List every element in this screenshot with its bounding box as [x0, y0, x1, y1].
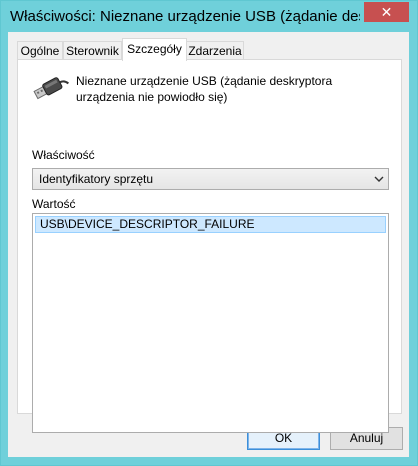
value-listbox[interactable]: USB\DEVICE_DESCRIPTOR_FAILURE: [32, 213, 389, 433]
tab-details[interactable]: Szczegóły: [122, 38, 187, 61]
tab-driver[interactable]: Sterownik: [63, 41, 122, 60]
usb-icon: [33, 77, 70, 100]
value-label: Wartość: [32, 197, 76, 211]
tab-general[interactable]: Ogólne: [17, 41, 63, 60]
list-item[interactable]: USB\DEVICE_DESCRIPTOR_FAILURE: [35, 216, 386, 233]
property-select[interactable]: Identyfikatory sprzętu: [32, 168, 389, 190]
tab-events[interactable]: Zdarzenia: [186, 41, 244, 60]
dialog-client-area: Ogólne Sterownik Szczegóły Zdarzenia Nie…: [8, 32, 409, 457]
properties-window: Właściwości: Nieznane urządzenie USB (żą…: [0, 0, 418, 466]
window-title: Właściwości: Nieznane urządzenie USB (żą…: [10, 8, 360, 25]
title-bar[interactable]: Właściwości: Nieznane urządzenie USB (żą…: [1, 1, 417, 33]
close-button[interactable]: ✕: [364, 2, 409, 22]
property-select-value: Identyfikatory sprzętu: [39, 172, 154, 186]
device-name: Nieznane urządzenie USB (żądanie deskryp…: [76, 74, 333, 104]
property-label: Właściwość: [32, 148, 95, 162]
details-panel: Nieznane urządzenie USB (żądanie deskryp…: [17, 59, 402, 433]
chevron-down-icon: [374, 176, 384, 182]
list-item-text: USB\DEVICE_DESCRIPTOR_FAILURE: [40, 217, 255, 231]
